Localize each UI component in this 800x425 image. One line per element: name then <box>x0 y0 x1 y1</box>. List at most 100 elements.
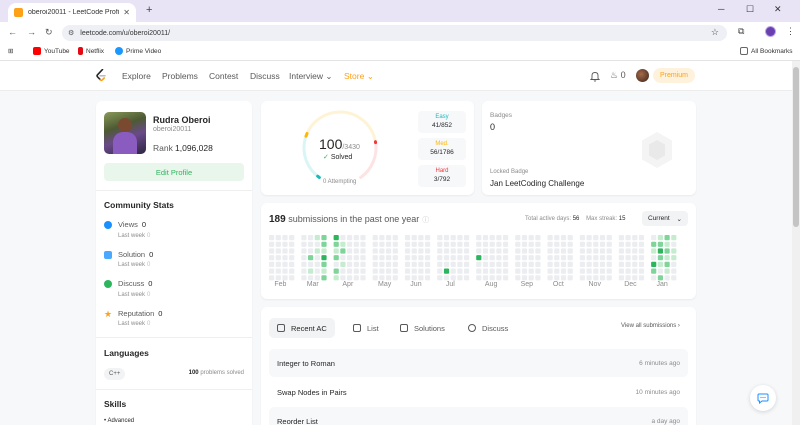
heatmap-cell[interactable] <box>521 255 528 261</box>
heatmap-cell[interactable] <box>482 268 489 274</box>
heatmap-cell[interactable] <box>386 275 392 281</box>
heatmap-cell[interactable] <box>269 241 275 247</box>
heatmap-cell[interactable] <box>521 235 528 241</box>
heatmap-cell[interactable] <box>586 241 592 247</box>
heatmap-cell[interactable] <box>347 235 353 241</box>
heatmap-cell[interactable] <box>606 275 612 281</box>
heatmap-cell[interactable] <box>496 261 502 267</box>
heatmap-cell[interactable] <box>314 255 320 261</box>
heatmap-cell[interactable] <box>404 261 411 267</box>
heatmap-cell[interactable] <box>476 268 482 274</box>
heatmap-cell[interactable] <box>411 255 417 261</box>
heatmap-cell[interactable] <box>464 261 470 267</box>
heatmap-cell[interactable] <box>308 248 314 254</box>
heatmap-cell[interactable] <box>418 248 424 254</box>
heatmap-cell[interactable] <box>289 255 295 261</box>
heatmap-cell[interactable] <box>392 268 398 274</box>
heatmap-cell[interactable] <box>450 275 456 281</box>
heatmap-cell[interactable] <box>625 261 631 267</box>
heatmap-cell[interactable] <box>593 268 599 274</box>
heatmap-cell[interactable] <box>404 275 411 281</box>
heatmap-cell[interactable] <box>308 268 314 274</box>
heatmap-cell[interactable] <box>482 255 489 261</box>
heatmap-cell[interactable] <box>535 248 541 254</box>
heatmap-cell[interactable] <box>503 248 509 254</box>
heatmap-cell[interactable] <box>457 268 463 274</box>
heatmap-cell[interactable] <box>496 235 502 241</box>
heatmap-cell[interactable] <box>657 235 663 241</box>
heatmap-cell[interactable] <box>489 268 495 274</box>
heatmap-cell[interactable] <box>560 241 567 247</box>
heatmap-cell[interactable] <box>482 241 489 247</box>
heatmap-cell[interactable] <box>333 235 339 241</box>
heatmap-cell[interactable] <box>372 248 378 254</box>
heatmap-cell[interactable] <box>521 248 528 254</box>
minimize-icon[interactable]: ─ <box>718 4 724 14</box>
heatmap-cell[interactable] <box>289 268 295 274</box>
heatmap-cell[interactable] <box>386 235 392 241</box>
heatmap-cell[interactable] <box>664 235 670 241</box>
heatmap-cell[interactable] <box>321 275 327 281</box>
heatmap-cell[interactable] <box>503 235 509 241</box>
heatmap-cell[interactable] <box>418 261 424 267</box>
heatmap-cell[interactable] <box>404 268 411 274</box>
heatmap-cell[interactable] <box>547 235 553 241</box>
heatmap-cell[interactable] <box>457 235 463 241</box>
heatmap-cell[interactable] <box>476 248 482 254</box>
heatmap-cell[interactable] <box>671 261 677 267</box>
heatmap-cell[interactable] <box>535 275 541 281</box>
browser-profile-avatar[interactable] <box>765 26 776 37</box>
heatmap-cell[interactable] <box>599 241 606 247</box>
heatmap-cell[interactable] <box>528 255 534 261</box>
heatmap-cell[interactable] <box>657 268 663 274</box>
heatmap-cell[interactable] <box>418 275 424 281</box>
heatmap-cell[interactable] <box>379 248 385 254</box>
heatmap-cell[interactable] <box>314 268 320 274</box>
heatmap-cell[interactable] <box>503 241 509 247</box>
heatmap-cell[interactable] <box>560 268 567 274</box>
heatmap-cell[interactable] <box>638 241 645 247</box>
heatmap-cell[interactable] <box>275 255 281 261</box>
difficulty-medium[interactable]: Med. 56/1786 <box>418 138 466 160</box>
heatmap-cell[interactable] <box>379 235 385 241</box>
heatmap-cell[interactable] <box>333 261 339 267</box>
heatmap-cell[interactable] <box>593 235 599 241</box>
heatmap-cell[interactable] <box>437 275 443 281</box>
heatmap-cell[interactable] <box>651 268 657 274</box>
heatmap-cell[interactable] <box>425 275 431 281</box>
heatmap-cell[interactable] <box>386 261 392 267</box>
heatmap-cell[interactable] <box>567 248 573 254</box>
heatmap-cell[interactable] <box>418 235 424 241</box>
heatmap-cell[interactable] <box>411 248 417 254</box>
heatmap-cell[interactable] <box>599 261 606 267</box>
heatmap-cell[interactable] <box>353 241 359 247</box>
heatmap-cell[interactable] <box>560 261 567 267</box>
heatmap-cell[interactable] <box>651 275 657 281</box>
heatmap-cell[interactable] <box>289 275 295 281</box>
heatmap-cell[interactable] <box>404 255 411 261</box>
bell-icon[interactable] <box>590 71 600 82</box>
heatmap-cell[interactable] <box>308 255 314 261</box>
heatmap-cell[interactable] <box>404 241 411 247</box>
heatmap-cell[interactable] <box>593 275 599 281</box>
heatmap-cell[interactable] <box>579 255 585 261</box>
heatmap-cell[interactable] <box>671 255 677 261</box>
heatmap-cell[interactable] <box>496 268 502 274</box>
heatmap-cell[interactable] <box>269 248 275 254</box>
heatmap-cell[interactable] <box>638 275 645 281</box>
heatmap-cell[interactable] <box>560 275 567 281</box>
heatmap-cell[interactable] <box>638 261 645 267</box>
heatmap-cell[interactable] <box>360 255 366 261</box>
heatmap-cell[interactable] <box>638 235 645 241</box>
heatmap-cell[interactable] <box>651 235 657 241</box>
heatmap-cell[interactable] <box>437 241 443 247</box>
heatmap-cell[interactable] <box>554 261 560 267</box>
heatmap-cell[interactable] <box>567 275 573 281</box>
heatmap-cell[interactable] <box>496 255 502 261</box>
heatmap-cell[interactable] <box>606 248 612 254</box>
heatmap-cell[interactable] <box>535 241 541 247</box>
heatmap-cell[interactable] <box>372 255 378 261</box>
heatmap-cell[interactable] <box>547 268 553 274</box>
reload-icon[interactable]: ↻ <box>45 27 53 38</box>
heatmap-cell[interactable] <box>301 248 307 254</box>
